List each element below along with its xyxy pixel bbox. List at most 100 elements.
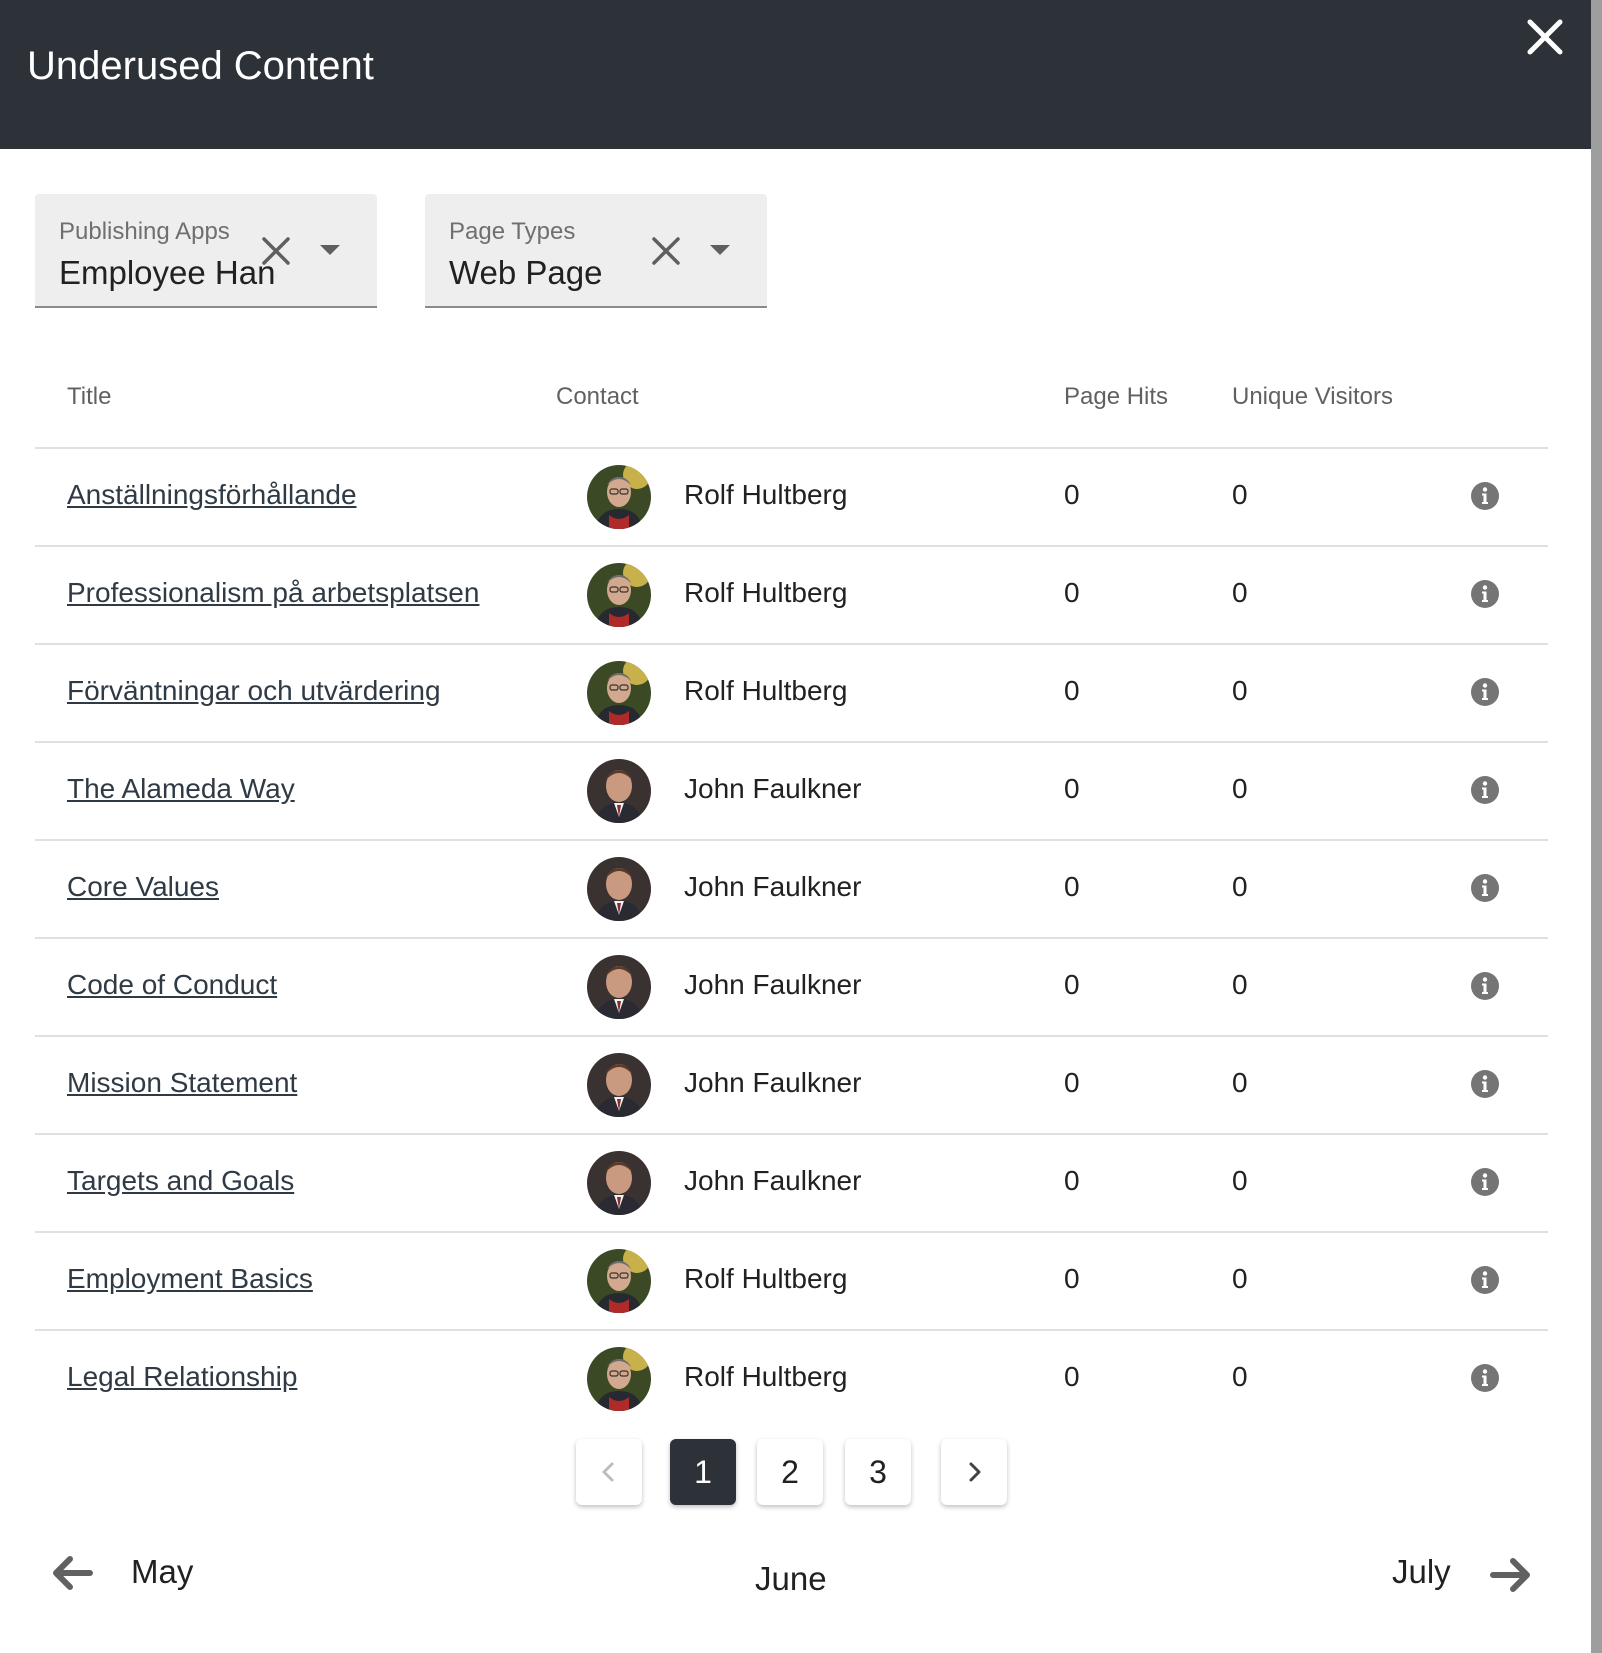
avatar-photo: [587, 857, 651, 921]
table-row: Anställningsförhållande Rolf Hultberg 0 0: [35, 449, 1548, 547]
publishing-apps-value: Employee Handbook: [59, 254, 277, 291]
publishing-apps-label: Publishing Apps: [59, 218, 230, 245]
unique-visitors-value: 0: [1232, 675, 1248, 706]
page-hits-value: 0: [1064, 577, 1080, 608]
column-header-contact[interactable]: Contact: [556, 383, 639, 411]
content-title-link[interactable]: Legal Relationship: [67, 1361, 297, 1393]
page-hits-value: 0: [1064, 969, 1080, 1000]
page-button-1[interactable]: 1: [670, 1439, 736, 1505]
page-button-3[interactable]: 3: [845, 1439, 911, 1505]
previous-month-button[interactable]: [48, 1549, 96, 1597]
arrow-left-icon: [53, 1556, 93, 1590]
table-body: Anställningsförhållande Rolf Hultberg 0 0 Pr…: [35, 449, 1548, 1429]
avatar: [587, 661, 651, 725]
content-title-link[interactable]: Code of Conduct: [67, 969, 277, 1001]
content-title-link[interactable]: Mission Statement: [67, 1067, 297, 1099]
info-button[interactable]: [1470, 971, 1500, 1001]
avatar: [587, 955, 651, 1019]
page-types-clear-button[interactable]: [647, 232, 685, 270]
table-row: The Alameda Way John Faulkner 0 0: [35, 743, 1548, 841]
publishing-apps-select[interactable]: Publishing Apps Employee Handbook: [35, 194, 377, 308]
info-icon: [1471, 482, 1499, 510]
avatar-photo: [587, 661, 651, 725]
content-title-link[interactable]: Förväntningar och utvärdering: [67, 675, 441, 707]
page-types-dropdown-button[interactable]: [707, 237, 733, 263]
next-month-label[interactable]: July: [1392, 1553, 1451, 1603]
avatar: [587, 1053, 651, 1117]
content-title-link[interactable]: The Alameda Way: [67, 773, 295, 805]
clear-icon: [652, 237, 680, 265]
chevron-right-icon: [969, 1462, 981, 1482]
info-button[interactable]: [1470, 1069, 1500, 1099]
info-icon: [1471, 580, 1499, 608]
table-row: Legal Relationship Rolf Hultberg 0 0: [35, 1331, 1548, 1429]
info-icon: [1471, 1070, 1499, 1098]
table-row: Employment Basics Rolf Hultberg 0 0: [35, 1233, 1548, 1331]
table-header: Title Contact Page Hits Unique Visitors: [35, 355, 1548, 449]
contact-name: Rolf Hultberg: [684, 1361, 848, 1392]
info-icon: [1471, 972, 1499, 1000]
close-button[interactable]: [1524, 16, 1566, 58]
next-page-button[interactable]: [941, 1439, 1007, 1505]
info-icon: [1471, 678, 1499, 706]
scrollbar[interactable]: [1591, 0, 1602, 1653]
unique-visitors-value: 0: [1232, 479, 1248, 510]
arrow-right-icon: [1490, 1558, 1530, 1592]
previous-page-button[interactable]: [576, 1439, 642, 1505]
column-header-title[interactable]: Title: [67, 383, 111, 411]
info-button[interactable]: [1470, 579, 1500, 609]
content-title-link[interactable]: Targets and Goals: [67, 1165, 294, 1197]
page-types-select[interactable]: Page Types Web Page: [425, 194, 767, 308]
avatar-photo: [587, 1151, 651, 1215]
contact-name: John Faulkner: [684, 1067, 862, 1098]
page-hits-value: 0: [1064, 1263, 1080, 1294]
content-title-link[interactable]: Anställningsförhållande: [67, 479, 357, 511]
info-icon: [1471, 1266, 1499, 1294]
page-button-2[interactable]: 2: [757, 1439, 823, 1505]
info-button[interactable]: [1470, 1167, 1500, 1197]
avatar-photo: [587, 1347, 651, 1411]
underused-content-dialog: Underused Content Publishing Apps Employ…: [0, 0, 1602, 1653]
info-button[interactable]: [1470, 1265, 1500, 1295]
content-title-link[interactable]: Employment Basics: [67, 1263, 313, 1295]
publishing-apps-clear-button[interactable]: [257, 232, 295, 270]
page-hits-value: 0: [1064, 1165, 1080, 1196]
info-button[interactable]: [1470, 1363, 1500, 1393]
avatar: [587, 465, 651, 529]
avatar-photo: [587, 563, 651, 627]
info-button[interactable]: [1470, 775, 1500, 805]
column-header-unique-visitors[interactable]: Unique Visitors: [1232, 383, 1393, 411]
avatar-photo: [587, 955, 651, 1019]
publishing-apps-dropdown-button[interactable]: [317, 237, 343, 263]
column-header-page-hits[interactable]: Page Hits: [1064, 383, 1168, 411]
page-hits-value: 0: [1064, 1361, 1080, 1392]
page-hits-value: 0: [1064, 871, 1080, 902]
current-month-label: June: [755, 1560, 827, 1597]
table-row: Professionalism på arbetsplatsen Rolf Hul…: [35, 547, 1548, 645]
info-button[interactable]: [1470, 677, 1500, 707]
chevron-down-icon: [710, 245, 730, 255]
content-title-link[interactable]: Professionalism på arbetsplatsen: [67, 577, 479, 609]
unique-visitors-value: 0: [1232, 969, 1248, 1000]
table-row: Code of Conduct John Faulkner 0 0: [35, 939, 1548, 1037]
contact-name: Rolf Hultberg: [684, 675, 848, 706]
table-row: Mission Statement John Faulkner 0 0: [35, 1037, 1548, 1135]
unique-visitors-value: 0: [1232, 1263, 1248, 1294]
unique-visitors-value: 0: [1232, 1361, 1248, 1392]
unique-visitors-value: 0: [1232, 871, 1248, 902]
table-row: Förväntningar och utvärdering Rolf Hultbe…: [35, 645, 1548, 743]
page-hits-value: 0: [1064, 773, 1080, 804]
page-hits-value: 0: [1064, 675, 1080, 706]
page-hits-value: 0: [1064, 479, 1080, 510]
table-row: Targets and Goals John Faulkner 0 0: [35, 1135, 1548, 1233]
info-button[interactable]: [1470, 873, 1500, 903]
previous-month-label[interactable]: May: [131, 1553, 193, 1603]
avatar-photo: [587, 1053, 651, 1117]
info-button[interactable]: [1470, 481, 1500, 511]
contact-name: John Faulkner: [684, 969, 862, 1000]
contact-name: John Faulkner: [684, 1165, 862, 1196]
next-month-button[interactable]: [1487, 1551, 1535, 1599]
content-title-link[interactable]: Core Values: [67, 871, 219, 903]
unique-visitors-value: 0: [1232, 1067, 1248, 1098]
table-row: Core Values John Faulkner 0 0: [35, 841, 1548, 939]
